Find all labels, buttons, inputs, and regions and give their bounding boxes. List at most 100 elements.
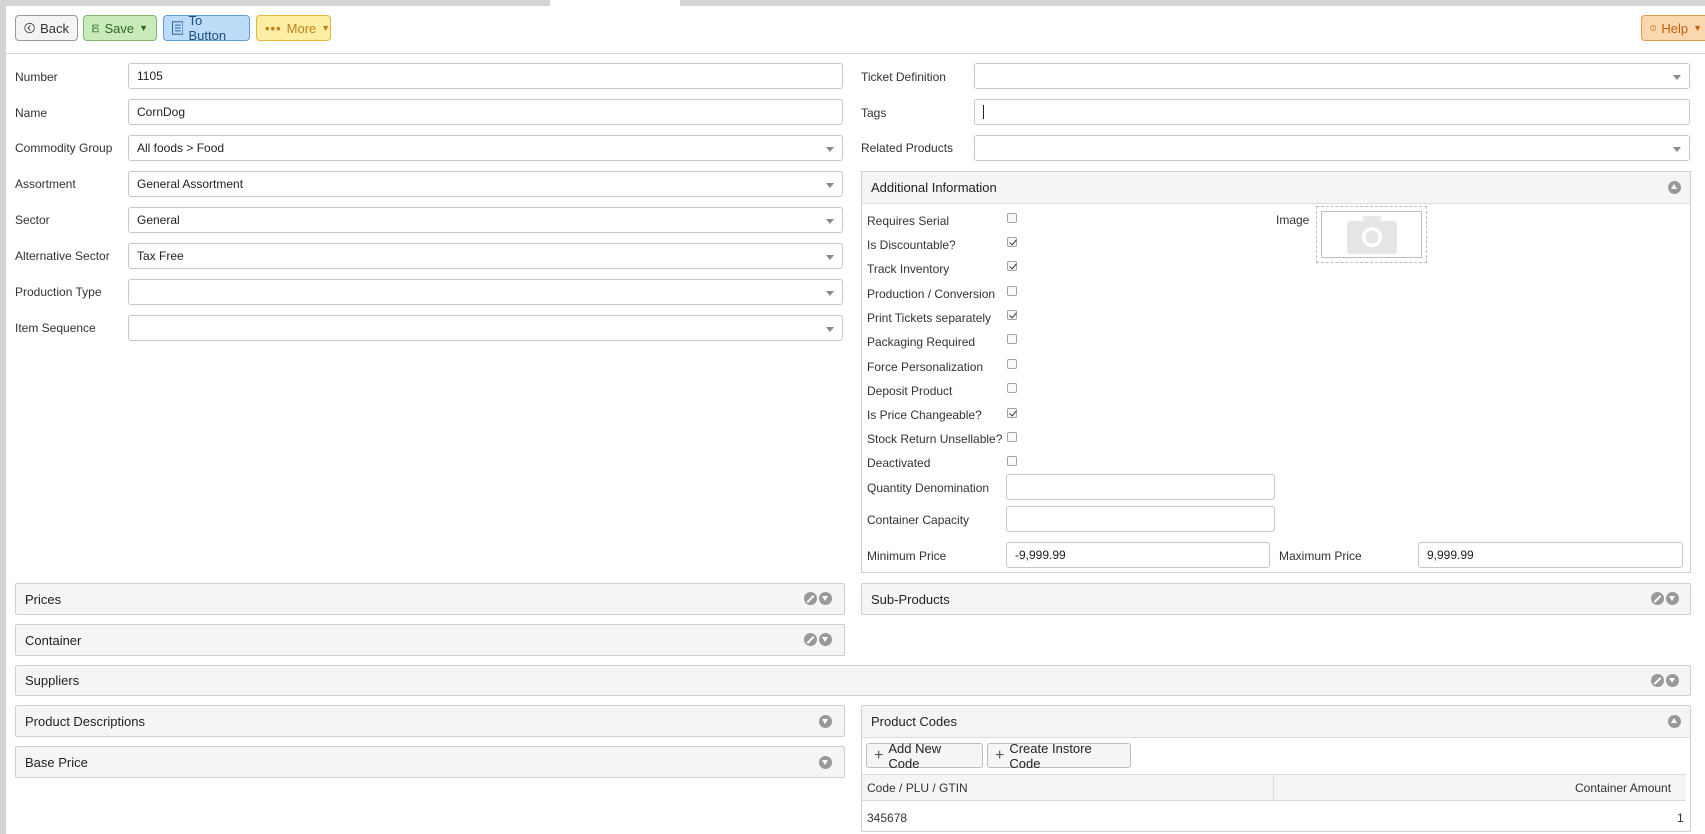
assortment-select[interactable]: General Assortment — [128, 171, 843, 197]
suppliers-panel-title: Suppliers — [25, 673, 80, 688]
is-price-changeable-checkbox[interactable] — [1007, 408, 1017, 418]
quantity-denomination-input[interactable] — [1006, 474, 1275, 500]
back-icon — [24, 22, 35, 34]
production-type-label: Production Type — [15, 285, 102, 299]
tags-input[interactable] — [974, 99, 1690, 125]
collapse-icon[interactable] — [1668, 715, 1681, 728]
item-sequence-select[interactable] — [128, 315, 843, 341]
expand-icon[interactable] — [819, 633, 832, 646]
minimum-price-input[interactable]: -9,999.99 — [1006, 542, 1270, 568]
ticket-definition-select[interactable] — [974, 63, 1690, 89]
additional-information-header[interactable]: Additional Information — [862, 172, 1690, 204]
chevron-down-icon: ▼ — [1693, 23, 1702, 33]
print-tickets-separately-label: Print Tickets separately — [867, 311, 992, 325]
production-conversion-checkbox[interactable] — [1007, 286, 1017, 296]
container-panel-title: Container — [25, 633, 82, 648]
column-divider[interactable] — [1273, 774, 1274, 801]
minimum-price-label: Minimum Price — [867, 549, 947, 563]
product-codes-table-header — [862, 774, 1686, 801]
disable-icon[interactable] — [1651, 592, 1664, 605]
print-tickets-separately-checkbox[interactable] — [1007, 310, 1017, 320]
product-descriptions-panel[interactable]: Product Descriptions — [15, 705, 845, 737]
save-button-label: Save — [104, 20, 135, 36]
product-descriptions-panel-title: Product Descriptions — [25, 714, 145, 729]
force-personalization-label: Force Personalization — [867, 360, 984, 374]
disable-icon[interactable] — [804, 592, 817, 605]
packaging-required-checkbox[interactable] — [1007, 334, 1017, 344]
alternative-sector-label: Alternative Sector — [15, 249, 110, 263]
deposit-product-label: Deposit Product — [867, 384, 953, 398]
expand-icon[interactable] — [819, 715, 832, 728]
expand-icon[interactable] — [1666, 674, 1679, 687]
force-personalization-checkbox[interactable] — [1007, 359, 1017, 369]
toolbar-divider — [6, 53, 1705, 54]
create-instore-code-button[interactable]: + Create Instore Code — [987, 740, 1131, 771]
sector-label: Sector — [15, 213, 50, 227]
disable-icon[interactable] — [804, 633, 817, 646]
expand-icon[interactable] — [819, 592, 832, 605]
top-tab-strip — [0, 0, 1705, 6]
production-type-select[interactable] — [128, 279, 843, 305]
stock-return-unsellable-label: Stock Return Unsellable? — [867, 432, 1003, 446]
help-button-label: Help — [1661, 20, 1689, 36]
more-button[interactable]: ••• More ▼ — [256, 15, 331, 41]
suppliers-panel[interactable]: Suppliers — [15, 665, 1691, 696]
ticket-definition-label: Ticket Definition — [861, 70, 946, 84]
requires-serial-checkbox[interactable] — [1007, 213, 1017, 223]
active-tab[interactable] — [550, 0, 680, 6]
stock-return-unsellable-checkbox[interactable] — [1007, 432, 1017, 442]
alternative-sector-select[interactable]: Tax Free — [128, 243, 843, 269]
image-placeholder — [1321, 211, 1422, 258]
container-panel[interactable]: Container — [15, 624, 845, 656]
expand-icon[interactable] — [1666, 592, 1679, 605]
left-frame-border — [0, 0, 6, 834]
help-button[interactable]: ? Help ▼ — [1641, 15, 1705, 41]
product-codes-panel: Product Codes — [861, 705, 1691, 832]
commodity-group-select[interactable]: All foods > Food — [128, 135, 843, 161]
column-header-container-amount[interactable]: Container Amount — [1575, 781, 1671, 795]
commodity-group-label: Commodity Group — [15, 141, 113, 155]
container-amount-cell: 1 — [1677, 811, 1684, 825]
requires-serial-label: Requires Serial — [867, 214, 950, 228]
product-codes-header[interactable]: Product Codes — [862, 706, 1690, 738]
track-inventory-label: Track Inventory — [867, 262, 950, 276]
prices-panel[interactable]: Prices — [15, 583, 845, 615]
disable-icon[interactable] — [1651, 674, 1664, 687]
image-dropzone[interactable] — [1316, 206, 1427, 263]
expand-icon[interactable] — [819, 756, 832, 769]
related-products-select[interactable] — [974, 135, 1690, 161]
image-label: Image — [1276, 213, 1310, 227]
is-discountable-checkbox[interactable] — [1007, 237, 1017, 247]
number-input[interactable]: 1105 — [128, 63, 843, 89]
track-inventory-checkbox[interactable] — [1007, 261, 1017, 271]
name-label: Name — [15, 106, 48, 120]
related-products-label: Related Products — [861, 141, 954, 155]
sector-select[interactable]: General — [128, 207, 843, 233]
base-price-panel[interactable]: Base Price — [15, 746, 845, 778]
floppy-disk-icon — [92, 24, 100, 32]
code-cell: 345678 — [867, 811, 908, 825]
deposit-product-checkbox[interactable] — [1007, 383, 1017, 393]
create-instore-code-label: Create Instore Code — [1009, 740, 1092, 771]
list-icon — [172, 21, 184, 35]
svg-text:?: ? — [1652, 26, 1654, 31]
to-button-button[interactable]: To Button — [163, 13, 250, 43]
maximum-price-input[interactable]: 9,999.99 — [1418, 542, 1683, 568]
back-button[interactable]: Back — [15, 15, 78, 41]
back-button-label: Back — [40, 20, 69, 36]
sub-products-panel[interactable]: Sub-Products — [861, 583, 1691, 615]
deactivated-label: Deactivated — [867, 456, 931, 470]
container-capacity-input[interactable] — [1006, 506, 1275, 532]
base-price-panel-title: Base Price — [25, 755, 88, 770]
tags-label: Tags — [861, 106, 887, 120]
more-button-label: More — [286, 20, 317, 36]
maximum-price-label: Maximum Price — [1279, 549, 1362, 563]
add-new-code-button[interactable]: + Add New Code — [866, 741, 983, 771]
to-button-label: To Button — [188, 13, 227, 43]
production-conversion-label: Production / Conversion — [867, 287, 996, 301]
save-button[interactable]: Save ▼ — [83, 15, 157, 41]
name-input[interactable]: CornDog — [128, 99, 843, 125]
column-header-code[interactable]: Code / PLU / GTIN — [867, 781, 968, 795]
collapse-icon[interactable] — [1668, 181, 1681, 194]
deactivated-checkbox[interactable] — [1007, 456, 1017, 466]
